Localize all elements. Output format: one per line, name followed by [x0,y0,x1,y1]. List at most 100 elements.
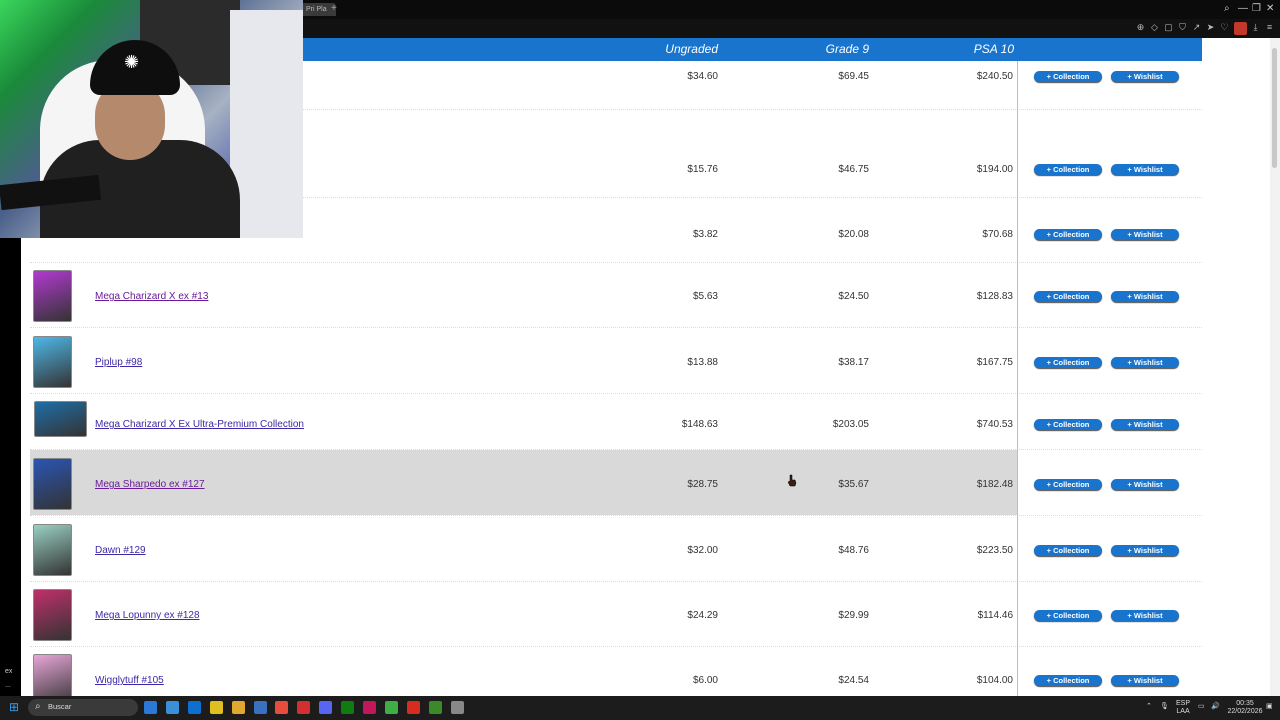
card-thumbnail[interactable] [33,336,72,388]
tray-chevron-icon[interactable]: ⌃ [1146,703,1152,711]
card-thumbnail[interactable] [33,654,72,696]
add-wishlist-button[interactable]: + Wishlist [1111,545,1179,556]
profile-avatar[interactable] [1234,22,1247,35]
search-icon: ⌕ [35,701,41,712]
lang-code: ESP [1176,700,1191,707]
add-wishlist-button[interactable]: + Wishlist [1111,229,1179,240]
add-wishlist-button[interactable]: + Wishlist [1111,675,1179,686]
share-icon[interactable]: ↗ [1192,23,1201,32]
price-grade9: $20.08 [838,229,869,240]
microphone-icon[interactable]: 🎙 [1160,703,1169,711]
price-ungraded: $32.00 [687,545,718,556]
header-grade9[interactable]: Grade 9 [791,42,869,56]
add-collection-button[interactable]: + Collection [1034,479,1102,490]
price-grade9: $24.50 [838,291,869,302]
card-thumbnail[interactable] [33,589,72,641]
language-indicator[interactable]: ESP LAA [1176,700,1190,716]
play-icon[interactable] [384,701,398,714]
minecraft-icon[interactable] [428,701,442,714]
card-name-link[interactable]: Dawn #129 [95,545,146,556]
folder-icon[interactable] [231,701,245,714]
price-ungraded: $28.75 [687,479,718,490]
add-wishlist-button[interactable]: + Wishlist [1111,419,1179,430]
close-button[interactable]: ✕ [1266,4,1274,14]
price-psa10: $240.50 [976,71,1013,82]
add-collection-button[interactable]: + Collection [1034,545,1102,556]
price-psa10: $167.75 [976,357,1013,368]
card-thumbnail[interactable] [33,270,72,322]
price-psa10: $223.50 [976,545,1013,556]
download-icon[interactable]: ⤓ [1251,23,1260,32]
clock[interactable]: 00:35 22/02/2026 [1227,700,1263,716]
card-name-link[interactable]: Mega Charizard X ex #13 [95,291,208,302]
page-scrollbar[interactable] [1270,38,1280,696]
price-psa10: $194.00 [976,164,1013,175]
price-ungraded: $6.00 [692,675,718,686]
add-collection-button[interactable]: + Collection [1034,164,1102,175]
send-icon[interactable]: ➤ [1206,23,1215,32]
card-name-link[interactable]: Mega Lopunny ex #128 [95,610,200,621]
notes-icon[interactable] [209,701,223,714]
new-tab-button[interactable]: + [331,3,337,15]
bookmark-icon[interactable]: ◇ [1150,23,1159,32]
mail-icon[interactable] [187,701,201,714]
opera-icon[interactable] [297,701,311,714]
add-wishlist-button[interactable]: + Wishlist [1111,291,1179,302]
add-collection-button[interactable]: + Collection [1034,357,1102,368]
add-wishlist-button[interactable]: + Wishlist [1111,71,1179,82]
notification-icon[interactable]: ▣ [1266,703,1273,711]
discord-icon[interactable] [319,701,333,714]
card-thumbnail[interactable] [33,524,72,576]
maximize-button[interactable]: ❐ [1252,4,1261,14]
add-wishlist-button[interactable]: + Wishlist [1111,357,1179,368]
price-psa10: $70.68 [982,229,1013,240]
header-psa10[interactable]: PSA 10 [941,42,1014,56]
minimize-button[interactable]: — [1238,4,1248,14]
add-wishlist-button[interactable]: + Wishlist [1111,479,1179,490]
add-collection-button[interactable]: + Collection [1034,675,1102,686]
zoom-icon[interactable]: ⊕ [1136,23,1145,32]
taskbar-search[interactable]: ⌕ Buscar [28,699,138,716]
media-icon[interactable] [363,701,376,714]
terminal-icon[interactable] [253,701,267,714]
shield-icon[interactable]: ⛉ [1178,23,1187,32]
windows-start-icon[interactable]: ⊞ [9,701,22,714]
menu-icon[interactable]: ≡ [1265,23,1274,32]
network-icon[interactable]: ▭ [1198,703,1205,711]
scrollbar-thumb[interactable] [1272,48,1277,168]
explorer-icon[interactable] [144,701,157,714]
card-thumbnail[interactable] [34,401,87,437]
heart-icon[interactable]: ♡ [1220,23,1229,32]
table-row: Piplup #98 $13.88 $38.17 $167.75 + Collectio… [30,328,1202,394]
add-wishlist-button[interactable]: + Wishlist [1111,164,1179,175]
price-ungraded: $5.63 [692,291,718,302]
volume-icon[interactable]: 🔊 [1211,703,1220,711]
xbox-icon[interactable] [341,701,355,714]
table-row: Mega Charizard X ex #13 $5.63 $24.50 $128.8… [30,262,1202,328]
screenshot-icon[interactable]: ▢ [1164,23,1173,32]
add-collection-button[interactable]: + Collection [1034,229,1102,240]
side-label: ... [5,682,11,689]
add-wishlist-button[interactable]: + Wishlist [1111,610,1179,621]
add-collection-button[interactable]: + Collection [1034,419,1102,430]
card-name-link[interactable]: Mega Charizard X Ex Ultra-Premium Collec… [95,419,304,430]
obs-icon[interactable] [450,701,464,714]
add-collection-button[interactable]: + Collection [1034,610,1102,621]
search-placeholder: Buscar [48,702,72,711]
card-name-link[interactable]: Wigglytuff #105 [95,675,164,686]
store-icon[interactable] [165,701,179,714]
search-icon[interactable]: ⌕ [1224,4,1230,14]
price-ungraded: $34.60 [687,71,718,82]
card-name-link[interactable]: Piplup #98 [95,357,142,368]
price-grade9: $69.45 [838,71,869,82]
price-psa10: $128.83 [976,291,1013,302]
add-collection-button[interactable]: + Collection [1034,71,1102,82]
price-psa10: $104.00 [976,675,1013,686]
add-collection-button[interactable]: + Collection [1034,291,1102,302]
chrome-icon[interactable] [275,701,289,714]
card-name-link[interactable]: Mega Sharpedo ex #127 [95,479,205,490]
card-thumbnail[interactable] [33,458,72,510]
header-ungraded[interactable]: Ungraded [641,42,718,56]
streamlabs-icon[interactable] [406,701,420,714]
price-grade9: $24.54 [838,675,869,686]
